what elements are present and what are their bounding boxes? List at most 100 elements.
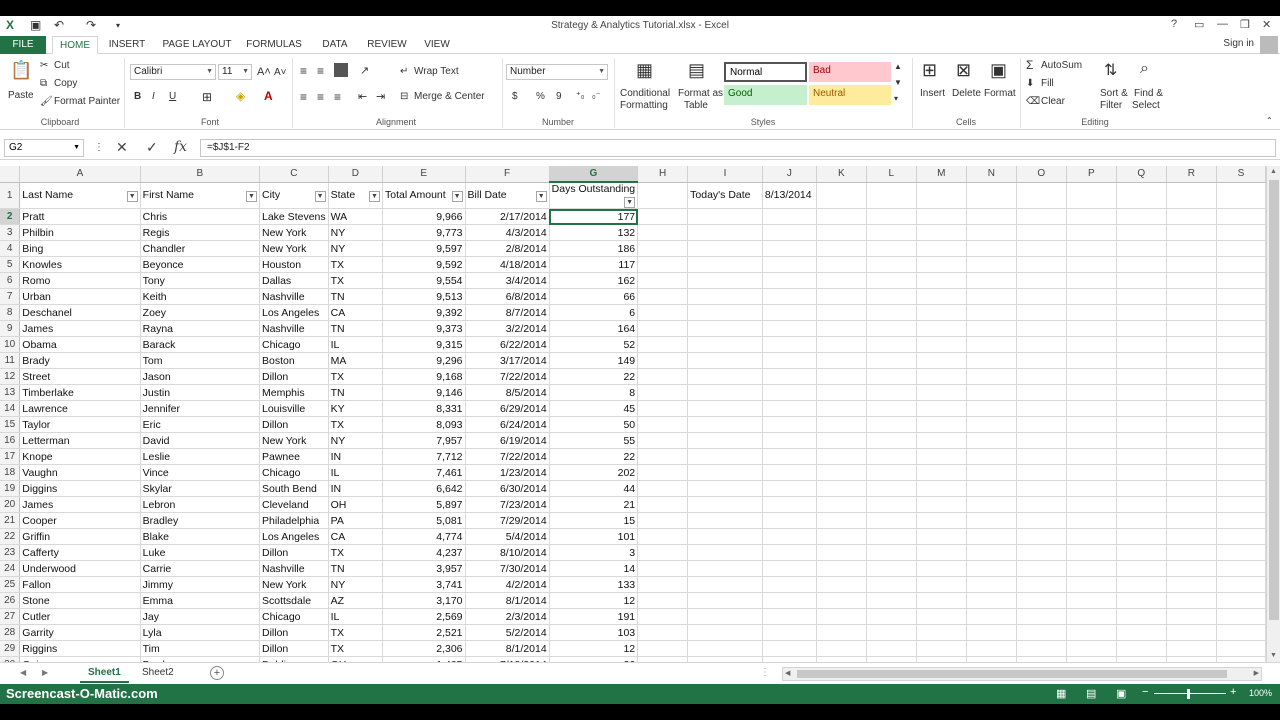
cell[interactable] <box>762 528 817 545</box>
table-cell[interactable]: 8/7/2014 <box>465 304 550 321</box>
minimize-button[interactable]: — <box>1217 18 1228 30</box>
table-cell[interactable]: Philbin <box>19 224 141 241</box>
cell[interactable] <box>762 208 817 225</box>
cell[interactable] <box>1166 544 1217 561</box>
cell[interactable] <box>966 416 1017 433</box>
row-header[interactable]: 13 <box>0 384 21 401</box>
cell[interactable] <box>637 592 689 609</box>
selected-cell[interactable]: 177 <box>549 208 639 225</box>
table-cell[interactable]: Cafferty <box>19 544 141 561</box>
table-cell[interactable]: 103 <box>549 624 639 641</box>
table-cell[interactable]: Keith <box>140 288 261 305</box>
column-header-d[interactable]: D <box>328 166 383 183</box>
table-cell[interactable]: Bing <box>19 240 141 257</box>
table-cell[interactable]: 4,237 <box>382 544 466 561</box>
row-header[interactable]: 24 <box>0 560 21 577</box>
format-cells-button[interactable]: Format <box>984 88 1016 99</box>
cell[interactable] <box>916 592 967 609</box>
cell[interactable] <box>1116 640 1167 657</box>
tab-split-handle[interactable]: ⋮ <box>760 667 770 678</box>
table-cell[interactable]: 3/4/2014 <box>465 272 550 289</box>
table-cell[interactable]: Emma <box>140 592 261 609</box>
table-cell[interactable]: 7/22/2014 <box>465 368 550 385</box>
table-cell[interactable]: 6 <box>549 304 639 321</box>
cell[interactable] <box>687 352 763 369</box>
table-cell[interactable]: Jay <box>140 608 261 625</box>
table-cell[interactable]: NY <box>328 240 383 257</box>
cell[interactable] <box>866 544 917 561</box>
table-cell[interactable]: IN <box>328 480 383 497</box>
formula-input[interactable]: =$J$1-F2 <box>200 139 1276 157</box>
cell[interactable] <box>916 304 967 321</box>
tab-formulas[interactable]: FORMULAS <box>244 36 304 54</box>
table-cell[interactable]: Chicago <box>259 608 329 625</box>
cell[interactable] <box>866 384 917 401</box>
paste-icon[interactable]: 📋 <box>10 60 32 81</box>
cell[interactable] <box>1116 400 1167 417</box>
cell[interactable] <box>762 416 817 433</box>
cell[interactable] <box>966 182 1017 209</box>
cell[interactable] <box>816 256 867 273</box>
cell[interactable] <box>916 496 967 513</box>
table-cell[interactable]: 66 <box>549 288 639 305</box>
cell[interactable] <box>1216 528 1266 545</box>
cell[interactable] <box>966 336 1017 353</box>
cell[interactable] <box>866 640 917 657</box>
cell[interactable] <box>687 224 763 241</box>
cell[interactable] <box>816 592 867 609</box>
cell[interactable] <box>1216 512 1266 529</box>
row-header[interactable]: 27 <box>0 608 21 625</box>
cell[interactable] <box>966 400 1017 417</box>
cell[interactable] <box>1116 480 1167 497</box>
table-cell[interactable]: Cleveland <box>259 496 329 513</box>
row-header[interactable]: 25 <box>0 576 21 593</box>
cell[interactable] <box>637 608 689 625</box>
cell[interactable] <box>1216 384 1266 401</box>
decrease-indent-icon[interactable]: ⇤ <box>358 90 367 103</box>
table-cell[interactable]: 8,093 <box>382 416 466 433</box>
cell[interactable] <box>1216 624 1266 641</box>
cell[interactable] <box>866 560 917 577</box>
cell[interactable] <box>866 288 917 305</box>
delete-cells-icon[interactable]: ⊠ <box>956 60 971 81</box>
cell[interactable] <box>1066 576 1117 593</box>
cell[interactable] <box>687 624 763 641</box>
cell[interactable] <box>866 512 917 529</box>
cell[interactable] <box>687 480 763 497</box>
table-cell[interactable]: CA <box>328 304 383 321</box>
tab-page-layout[interactable]: PAGE LAYOUT <box>160 36 234 54</box>
font-size-combo[interactable]: 11 ▼ <box>218 64 252 80</box>
table-cell[interactable]: Letterman <box>19 432 141 449</box>
cell[interactable] <box>637 368 689 385</box>
fill-button[interactable]: Fill <box>1041 78 1054 89</box>
table-cell[interactable]: AZ <box>328 592 383 609</box>
cell[interactable] <box>966 512 1017 529</box>
table-cell[interactable]: Tony <box>140 272 261 289</box>
cell[interactable] <box>866 224 917 241</box>
cell[interactable] <box>1216 272 1266 289</box>
table-cell[interactable]: 3 <box>549 544 639 561</box>
cell[interactable] <box>966 464 1017 481</box>
cell[interactable] <box>916 576 967 593</box>
table-cell[interactable]: 101 <box>549 528 639 545</box>
cell[interactable] <box>916 352 967 369</box>
cell[interactable] <box>1216 640 1266 657</box>
table-cell[interactable]: Luke <box>140 544 261 561</box>
delete-cells-button[interactable]: Delete <box>952 88 981 99</box>
column-header-q[interactable]: Q <box>1116 166 1167 183</box>
table-cell[interactable]: Los Angeles <box>259 528 329 545</box>
decrease-decimal-icon[interactable]: ₀⁻ <box>592 90 601 101</box>
tab-home[interactable]: HOME <box>52 36 98 54</box>
cell[interactable] <box>1016 496 1067 513</box>
cell[interactable] <box>816 400 867 417</box>
cell[interactable] <box>1116 576 1167 593</box>
shrink-font-icon[interactable]: A˅ <box>274 67 287 78</box>
cell[interactable] <box>1066 400 1117 417</box>
table-cell[interactable]: 8 <box>549 384 639 401</box>
table-cell[interactable]: TX <box>328 368 383 385</box>
cell[interactable] <box>1066 560 1117 577</box>
header-cell[interactable]: Last Name ▼ <box>19 182 141 209</box>
cell[interactable] <box>687 256 763 273</box>
cell[interactable] <box>1016 544 1067 561</box>
table-cell[interactable]: Vaughn <box>19 464 141 481</box>
